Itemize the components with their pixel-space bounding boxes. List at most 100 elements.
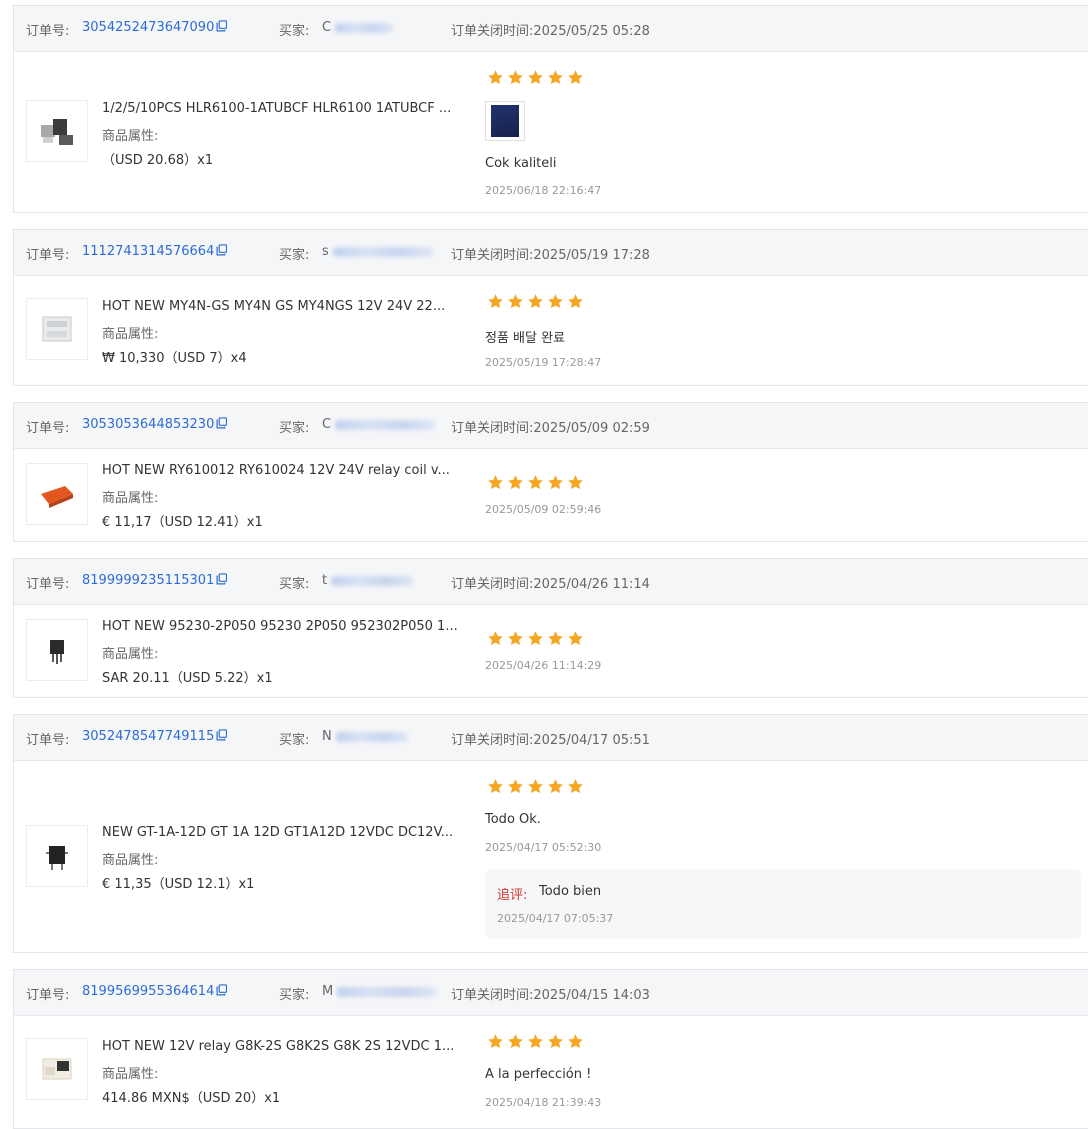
copy-icon[interactable]	[216, 573, 228, 585]
followup-review: 追评: Todo bien 2025/04/17 07:05:37	[485, 869, 1081, 939]
star-icon	[548, 1034, 563, 1049]
order-header: 订单号: 8199569955364614 买家: M 订单关闭时间:2025/…	[14, 970, 1088, 1016]
star-icon	[488, 1034, 503, 1049]
star-icon	[508, 70, 523, 85]
star-icon	[548, 475, 563, 490]
star-icon	[568, 1034, 583, 1049]
review-time: 2025/05/09 02:59:46	[485, 503, 602, 516]
buyer-label: 买家:	[279, 988, 310, 1003]
buyer-name: N	[322, 729, 408, 744]
buyer-label: 买家:	[279, 248, 310, 263]
order-no-label: 订单号:	[26, 24, 70, 39]
star-icon	[568, 475, 583, 490]
buyer-name: M	[322, 984, 438, 999]
copy-icon[interactable]	[216, 417, 228, 429]
star-icon	[568, 70, 583, 85]
review-time: 2025/05/19 17:28:47	[485, 356, 602, 369]
review-comment: Todo Ok.	[485, 812, 541, 827]
order-number-link[interactable]: 1112741314576664	[82, 244, 214, 259]
rating-stars	[487, 474, 584, 491]
order-number-link[interactable]: 3053053644853230	[82, 417, 214, 432]
review-photo[interactable]	[485, 101, 525, 141]
star-icon	[528, 1034, 543, 1049]
product-title[interactable]: HOT NEW 95230-2P050 95230 2P050 952302P0…	[102, 619, 458, 634]
star-icon	[488, 779, 503, 794]
star-icon	[568, 294, 583, 309]
star-icon	[488, 475, 503, 490]
star-icon	[508, 294, 523, 309]
order-close-time: 订单关闭时间:2025/05/25 05:28	[451, 24, 650, 39]
copy-icon[interactable]	[216, 244, 228, 256]
rating-stars	[487, 778, 584, 795]
order-close-time: 订单关闭时间:2025/05/19 17:28	[451, 248, 650, 263]
product-title[interactable]: NEW GT-1A-12D GT 1A 12D GT1A12D 12VDC DC…	[102, 825, 453, 840]
product-attr-label: 商品属性:	[102, 853, 159, 868]
product-attr-label: 商品属性:	[102, 491, 159, 506]
copy-icon[interactable]	[216, 20, 228, 32]
review-time: 2025/04/17 05:52:30	[485, 841, 602, 854]
rating-stars	[487, 1033, 584, 1050]
product-thumbnail[interactable]	[26, 463, 88, 525]
buyer-name: C	[322, 20, 394, 35]
product-thumbnail[interactable]	[26, 100, 88, 162]
star-icon	[528, 294, 543, 309]
order-number-link[interactable]: 8199999235115301	[82, 573, 214, 588]
buyer-label: 买家:	[279, 421, 310, 436]
product-attr-label: 商品属性:	[102, 647, 159, 662]
review-time: 2025/06/18 22:16:47	[485, 184, 602, 197]
product-price: （USD 20.68）x1	[102, 153, 214, 168]
star-icon	[528, 779, 543, 794]
star-icon	[508, 475, 523, 490]
order-no-label: 订单号:	[26, 577, 70, 592]
review-comment: Cok kaliteli	[485, 156, 557, 171]
product-thumbnail[interactable]	[26, 825, 88, 887]
product-title[interactable]: 1/2/5/10PCS HLR6100-1ATUBCF HLR6100 1ATU…	[102, 101, 451, 116]
order-no-label: 订单号:	[26, 248, 70, 263]
review-time: 2025/04/18 21:39:43	[485, 1096, 602, 1109]
star-icon	[508, 1034, 523, 1049]
product-price: € 11,17（USD 12.41）x1	[102, 515, 263, 530]
star-icon	[488, 631, 503, 646]
product-attr-label: 商品属性:	[102, 1067, 159, 1082]
order-close-time: 订单关闭时间:2025/04/26 11:14	[451, 577, 650, 592]
star-icon	[528, 631, 543, 646]
order-card: 订单号: 3054252473647090 买家: C 订单关闭时间:2025/…	[13, 5, 1088, 213]
product-price: SAR 20.11（USD 5.22）x1	[102, 671, 273, 686]
order-card: 订单号: 3052478547749115 买家: N 订单关闭时间:2025/…	[13, 714, 1088, 953]
order-no-label: 订单号:	[26, 988, 70, 1003]
buyer-name: t	[322, 573, 414, 588]
product-attr-label: 商品属性:	[102, 327, 159, 342]
order-number-link[interactable]: 3054252473647090	[82, 20, 214, 35]
star-icon	[508, 779, 523, 794]
rating-stars	[487, 630, 584, 647]
order-close-time: 订单关闭时间:2025/05/09 02:59	[451, 421, 650, 436]
product-price: € 11,35（USD 12.1）x1	[102, 877, 255, 892]
order-number-link[interactable]: 8199569955364614	[82, 984, 214, 999]
order-card: 订单号: 1112741314576664 买家: s 订单关闭时间:2025/…	[13, 229, 1088, 386]
buyer-name: s	[322, 244, 433, 259]
followup-time: 2025/04/17 07:05:37	[497, 912, 614, 925]
star-icon	[508, 631, 523, 646]
product-thumbnail[interactable]	[26, 298, 88, 360]
order-header: 订单号: 3053053644853230 买家: C 订单关闭时间:2025/…	[14, 403, 1088, 449]
buyer-label: 买家:	[279, 24, 310, 39]
rating-stars	[487, 69, 584, 86]
product-title[interactable]: HOT NEW 12V relay G8K-2S G8K2S G8K 2S 12…	[102, 1039, 454, 1054]
product-thumbnail[interactable]	[26, 1038, 88, 1100]
followup-label: 追评:	[497, 888, 528, 903]
product-attr-label: 商品属性:	[102, 129, 159, 144]
rating-stars	[487, 293, 584, 310]
product-title[interactable]: HOT NEW MY4N-GS MY4N GS MY4NGS 12V 24V 2…	[102, 299, 445, 314]
product-thumbnail[interactable]	[26, 619, 88, 681]
copy-icon[interactable]	[216, 729, 228, 741]
order-number-link[interactable]: 3052478547749115	[82, 729, 214, 744]
star-icon	[528, 475, 543, 490]
star-icon	[488, 294, 503, 309]
order-card: 订单号: 8199569955364614 买家: M 订单关闭时间:2025/…	[13, 969, 1088, 1129]
product-title[interactable]: HOT NEW RY610012 RY610024 12V 24V relay …	[102, 463, 450, 478]
order-no-label: 订单号:	[26, 421, 70, 436]
followup-comment: Todo bien	[539, 884, 602, 899]
order-no-label: 订单号:	[26, 733, 70, 748]
copy-icon[interactable]	[216, 984, 228, 996]
star-icon	[528, 70, 543, 85]
